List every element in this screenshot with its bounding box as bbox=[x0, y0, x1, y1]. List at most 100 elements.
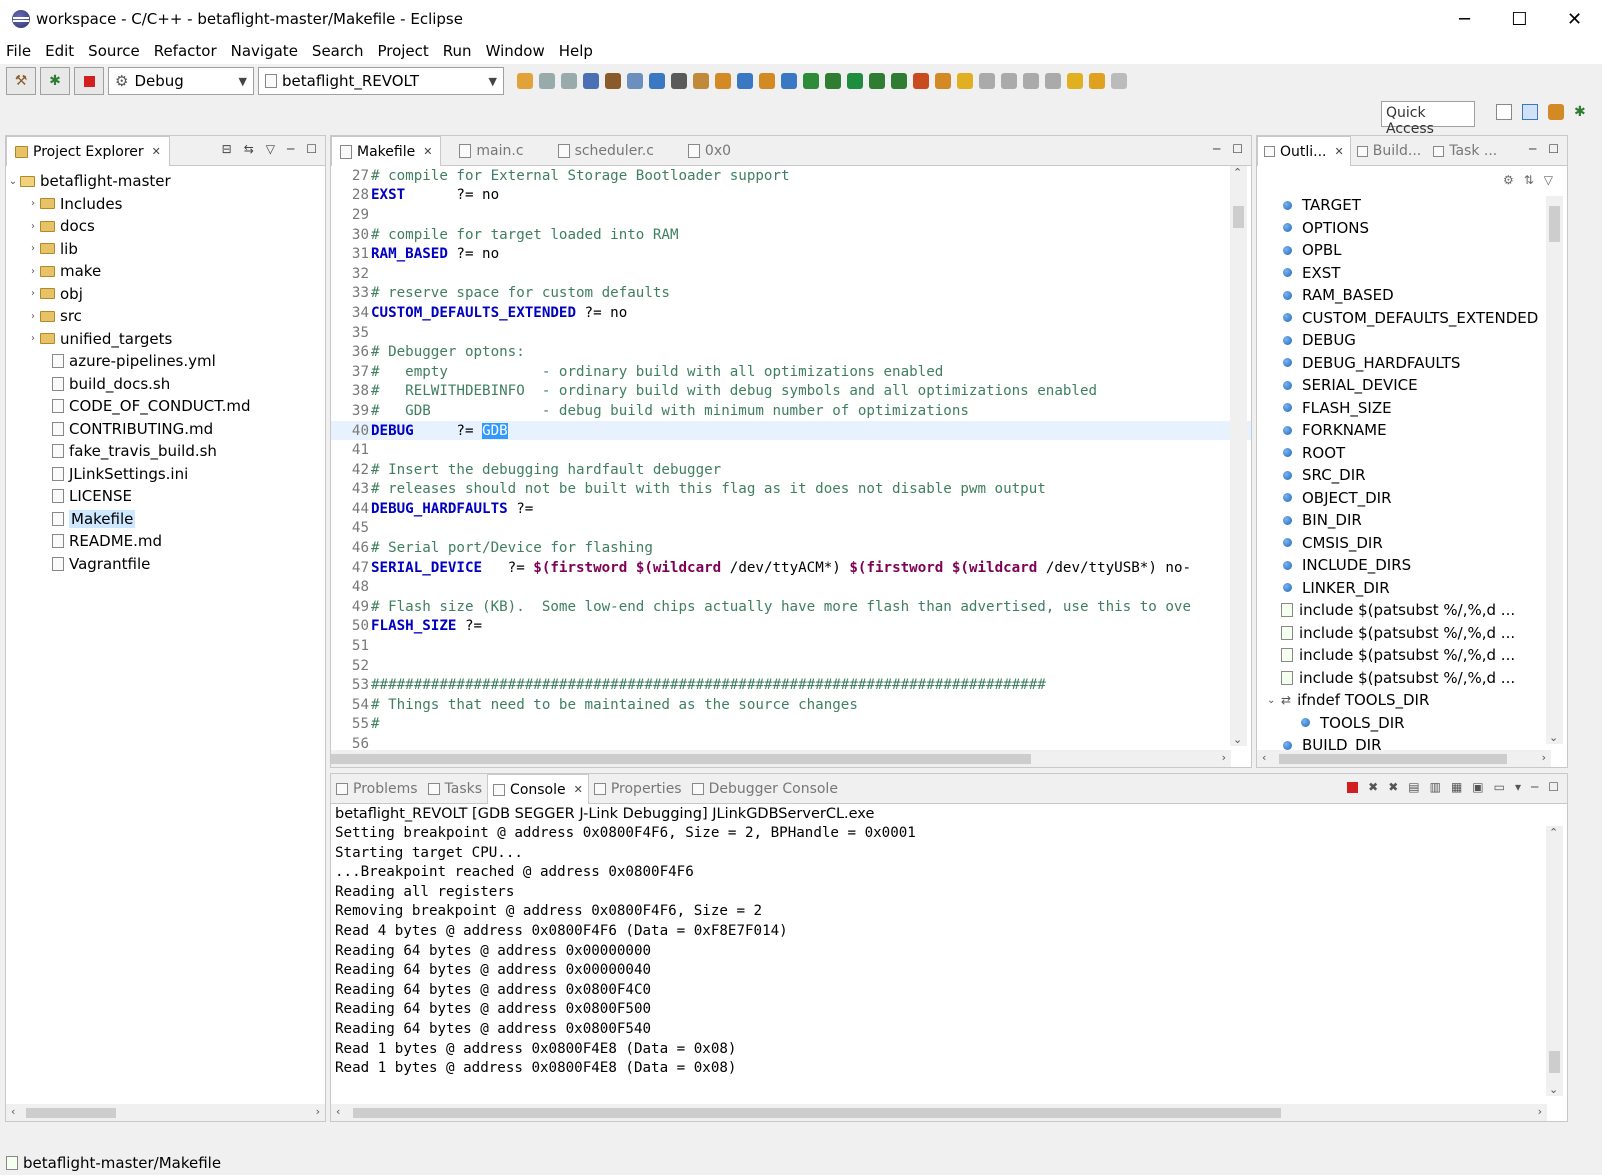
tree-file-item[interactable]: fake_travis_build.sh bbox=[6, 440, 325, 463]
console-output[interactable]: Setting breakpoint @ address 0x0800F4F6,… bbox=[331, 825, 1567, 1080]
outline-item[interactable]: SERIAL_DEVICE bbox=[1283, 374, 1567, 397]
word-wrap-icon[interactable]: ▦ bbox=[1451, 780, 1462, 794]
scroll-left-icon[interactable]: ‹ bbox=[11, 1105, 15, 1118]
toolbar-action-icon[interactable] bbox=[869, 73, 885, 89]
remove-all-icon[interactable]: ✖ bbox=[1388, 780, 1398, 794]
menu-file[interactable]: File bbox=[6, 42, 31, 60]
outline-item[interactable]: RAM_BASED bbox=[1283, 284, 1567, 307]
tab-tasks[interactable]: Tasks bbox=[423, 775, 488, 803]
toolbar-action-icon[interactable] bbox=[715, 73, 731, 89]
link-editor-icon[interactable]: ⇆ bbox=[244, 142, 254, 156]
display-console-icon[interactable]: ▭ bbox=[1494, 780, 1505, 794]
pin-console-icon[interactable]: ▣ bbox=[1472, 780, 1483, 794]
toolbar-action-icon[interactable] bbox=[825, 73, 841, 89]
menu-project[interactable]: Project bbox=[377, 42, 428, 60]
tree-file-item[interactable]: CONTRIBUTING.md bbox=[6, 418, 325, 441]
toolbar-action-icon[interactable] bbox=[561, 73, 577, 89]
maximize-view-icon[interactable]: ☐ bbox=[306, 142, 317, 156]
editor-tab[interactable]: Makefile ✕ bbox=[331, 136, 442, 166]
close-icon[interactable]: ✕ bbox=[152, 145, 161, 158]
console-hscroll[interactable]: ‹ › bbox=[331, 1104, 1547, 1121]
toolbar-action-icon[interactable] bbox=[781, 73, 797, 89]
open-perspective-icon[interactable] bbox=[1496, 104, 1512, 120]
terminate-icon[interactable] bbox=[1347, 782, 1359, 793]
outline-item[interactable]: DEBUG bbox=[1283, 329, 1567, 352]
close-icon[interactable]: ✕ bbox=[574, 783, 583, 796]
outline-vscroll[interactable]: ⌄ bbox=[1546, 196, 1563, 744]
tree-folder-includes[interactable]: › Includes bbox=[6, 193, 325, 216]
sort-icon[interactable]: ⇅ bbox=[1524, 173, 1534, 187]
open-console-icon[interactable]: ▾ bbox=[1515, 780, 1521, 794]
scroll-right-icon[interactable]: › bbox=[1542, 751, 1546, 764]
remove-launch-icon[interactable]: ✖ bbox=[1368, 780, 1378, 794]
close-button[interactable]: ✕ bbox=[1547, 0, 1602, 38]
minimize-view-icon[interactable]: ─ bbox=[1531, 780, 1538, 794]
clear-console-icon[interactable]: ▤ bbox=[1408, 780, 1419, 794]
toolbar-action-icon[interactable] bbox=[1089, 73, 1105, 89]
scroll-up-icon[interactable]: ⌃ bbox=[1233, 166, 1242, 179]
chevron-right-icon[interactable]: › bbox=[26, 333, 40, 344]
toolbar-action-icon[interactable] bbox=[957, 73, 973, 89]
maximize-view-icon[interactable]: ☐ bbox=[1548, 142, 1559, 156]
outline-item[interactable]: BIN_DIR bbox=[1283, 509, 1567, 532]
outline-tab[interactable]: Task ... bbox=[1427, 137, 1503, 165]
editor-hscroll[interactable]: › bbox=[331, 750, 1231, 767]
menu-edit[interactable]: Edit bbox=[45, 42, 74, 60]
tab-project-explorer[interactable]: Project Explorer ✕ bbox=[6, 136, 170, 166]
tree-file-item[interactable]: CODE_OF_CONDUCT.md bbox=[6, 395, 325, 418]
outline-item[interactable]: TOOLS_DIR bbox=[1283, 712, 1567, 735]
tab-problems[interactable]: Problems bbox=[331, 775, 423, 803]
outline-item[interactable]: DEBUG_HARDFAULTS bbox=[1283, 352, 1567, 375]
close-icon[interactable]: ✕ bbox=[1335, 145, 1344, 158]
scroll-right-icon[interactable]: › bbox=[1538, 1105, 1542, 1118]
scroll-down-icon[interactable]: ⌄ bbox=[1549, 1083, 1558, 1096]
toolbar-action-icon[interactable] bbox=[1023, 73, 1039, 89]
chevron-right-icon[interactable]: › bbox=[26, 311, 40, 322]
outline-item[interactable]: LINKER_DIR bbox=[1283, 577, 1567, 600]
minimize-view-icon[interactable]: ─ bbox=[287, 142, 294, 156]
tree-file-item[interactable]: build_docs.sh bbox=[6, 373, 325, 396]
scroll-left-icon[interactable]: ‹ bbox=[336, 1105, 340, 1118]
outline-tab[interactable]: Outli... ✕ bbox=[1257, 136, 1351, 166]
maximize-view-icon[interactable]: ☐ bbox=[1232, 142, 1243, 156]
toolbar-action-icon[interactable] bbox=[627, 73, 643, 89]
tree-file-item[interactable]: LICENSE bbox=[6, 485, 325, 508]
tab-console[interactable]: Console ✕ bbox=[487, 774, 589, 804]
filter-icon[interactable]: ⚙ bbox=[1503, 173, 1514, 187]
maximize-button[interactable]: ☐ bbox=[1492, 0, 1547, 38]
chevron-down-icon[interactable]: ⌄ bbox=[6, 176, 20, 187]
maximize-view-icon[interactable]: ☐ bbox=[1548, 780, 1559, 794]
menu-source[interactable]: Source bbox=[88, 42, 140, 60]
minimize-view-icon[interactable]: ─ bbox=[1529, 142, 1536, 156]
view-menu-icon[interactable]: ▽ bbox=[1544, 173, 1553, 187]
outline-item[interactable]: EXST bbox=[1283, 262, 1567, 285]
toolbar-action-icon[interactable] bbox=[517, 73, 533, 89]
outline-item[interactable]: OBJECT_DIR bbox=[1283, 487, 1567, 510]
outline-include-item[interactable]: include $(patsubst %/,%,d ... bbox=[1281, 599, 1567, 622]
outline-item[interactable]: INCLUDE_DIRS bbox=[1283, 554, 1567, 577]
outline-tab[interactable]: Build... bbox=[1351, 137, 1428, 165]
chevron-right-icon[interactable]: › bbox=[26, 243, 40, 254]
toolbar-action-icon[interactable] bbox=[891, 73, 907, 89]
scroll-left-icon[interactable]: ‹ bbox=[1262, 751, 1266, 764]
outline-item[interactable]: CMSIS_DIR bbox=[1283, 532, 1567, 555]
outline-item[interactable]: FORKNAME bbox=[1283, 419, 1567, 442]
chevron-down-icon[interactable]: ⌄ bbox=[1267, 695, 1281, 706]
scroll-thumb[interactable] bbox=[1233, 206, 1244, 228]
outline-include-item[interactable]: include $(patsubst %/,%,d ... bbox=[1281, 622, 1567, 645]
menu-refactor[interactable]: Refactor bbox=[154, 42, 217, 60]
tree-folder-lib[interactable]: › lib bbox=[6, 238, 325, 261]
outline-item[interactable]: OPBL bbox=[1283, 239, 1567, 262]
tree-root[interactable]: ⌄ betaflight-master bbox=[6, 170, 325, 193]
toolbar-action-icon[interactable] bbox=[935, 73, 951, 89]
tree-folder-docs[interactable]: › docs bbox=[6, 215, 325, 238]
debug-perspective-icon[interactable] bbox=[1548, 104, 1564, 120]
outline-item[interactable]: FLASH_SIZE bbox=[1283, 397, 1567, 420]
scroll-thumb[interactable] bbox=[1549, 206, 1560, 242]
tree-folder-obj[interactable]: › obj bbox=[6, 283, 325, 306]
tree-file-item[interactable]: Makefile bbox=[6, 508, 325, 531]
code-editor[interactable]: 27 # compile for External Storage Bootloa… bbox=[331, 166, 1251, 754]
outline-include-item[interactable]: include $(patsubst %/,%,d ... bbox=[1281, 644, 1567, 667]
chevron-right-icon[interactable]: › bbox=[26, 288, 40, 299]
toolbar-action-icon[interactable] bbox=[913, 73, 929, 89]
